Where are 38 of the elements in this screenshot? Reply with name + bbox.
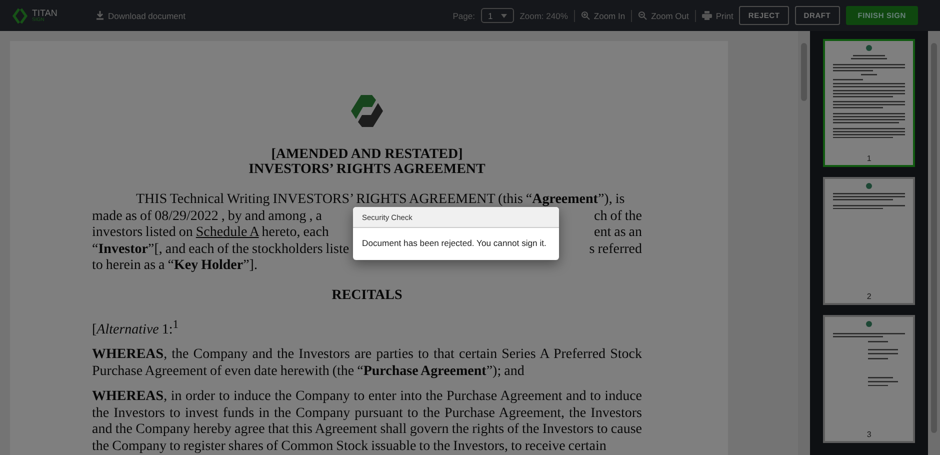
- scrollbar[interactable]: [928, 31, 940, 455]
- logo-name: TITAN: [32, 8, 58, 18]
- page-number: 3: [866, 430, 872, 439]
- logo-icon: [348, 93, 386, 129]
- document-title: [AMENDED AND RESTATED]: [271, 147, 463, 162]
- page-number: 1: [866, 154, 872, 163]
- document-title: INVESTORS’ RIGHTS AGREEMENT: [248, 162, 486, 177]
- page-thumbnail[interactable]: 1: [823, 39, 916, 167]
- logo-icon: [12, 8, 28, 24]
- section-heading: RECITALS: [330, 288, 404, 305]
- download-document-link[interactable]: Download document: [96, 10, 186, 20]
- printer-icon: [702, 11, 712, 20]
- paragraph-text: ent as an: [594, 225, 642, 242]
- scrollbar[interactable]: [798, 31, 810, 455]
- paragraph-text: to herein as a “Key Holder”].: [92, 258, 258, 275]
- download-icon: [96, 11, 104, 20]
- paragraph-text: made as of 08/29/2022 , by and among , a: [92, 208, 322, 226]
- page-number: 2: [866, 292, 872, 301]
- paragraph-text: THIS Technical Writing INVESTORS’ RIGHTS AGREEMENT (this “Agreement”), is: [136, 192, 625, 209]
- page-thumbnail[interactable]: 2: [823, 177, 916, 305]
- zoom-in-button[interactable]: Zoom In: [580, 10, 626, 20]
- print-button[interactable]: Print: [702, 10, 734, 20]
- paragraph-text: WHEREAS, the Company and the Investors are parties to that certain Series A Preferred Stock Purchase Agreement of even date herewith (the “Purchase Agreement”); and: [92, 347, 642, 380]
- page-select[interactable]: 1: [480, 8, 514, 23]
- paragraph-text: ch of the: [594, 208, 642, 226]
- page-label: Page:: [452, 10, 475, 20]
- zoom-level: Zoom: 240%: [520, 10, 568, 20]
- zoom-out-icon: [638, 11, 648, 20]
- paragraph-text: investors listed on Schedule A hereto, each: [92, 225, 329, 242]
- paragraph-text: WHEREAS, in order to induce the Company to enter into the Purchase Agreement and to induce the Investors to invest funds in the Company pursuant to the Purchase Agreement, the Investors and the Company hereby agree that this Agreement shall govern the rights of the Investors to cause the Company to register shares of Common Stock issuable to the Investors, to receive certain: [92, 389, 642, 455]
- paragraph-text: s referred: [589, 242, 642, 258]
- paragraph-text: [Alternative 1:$^{1}$: [92, 316, 180, 339]
- zoom-in-icon: [580, 11, 590, 20]
- zoom-out-button[interactable]: Zoom Out: [638, 10, 689, 20]
- caret-icon: [500, 14, 507, 18]
- paragraph-text: “Investor”[, and each of the stockholders liste: [92, 242, 350, 258]
- dialog-message: Document has been rejected. You cannot sign it.: [361, 237, 548, 250]
- page-thumbnail[interactable]: 3: [823, 315, 916, 443]
